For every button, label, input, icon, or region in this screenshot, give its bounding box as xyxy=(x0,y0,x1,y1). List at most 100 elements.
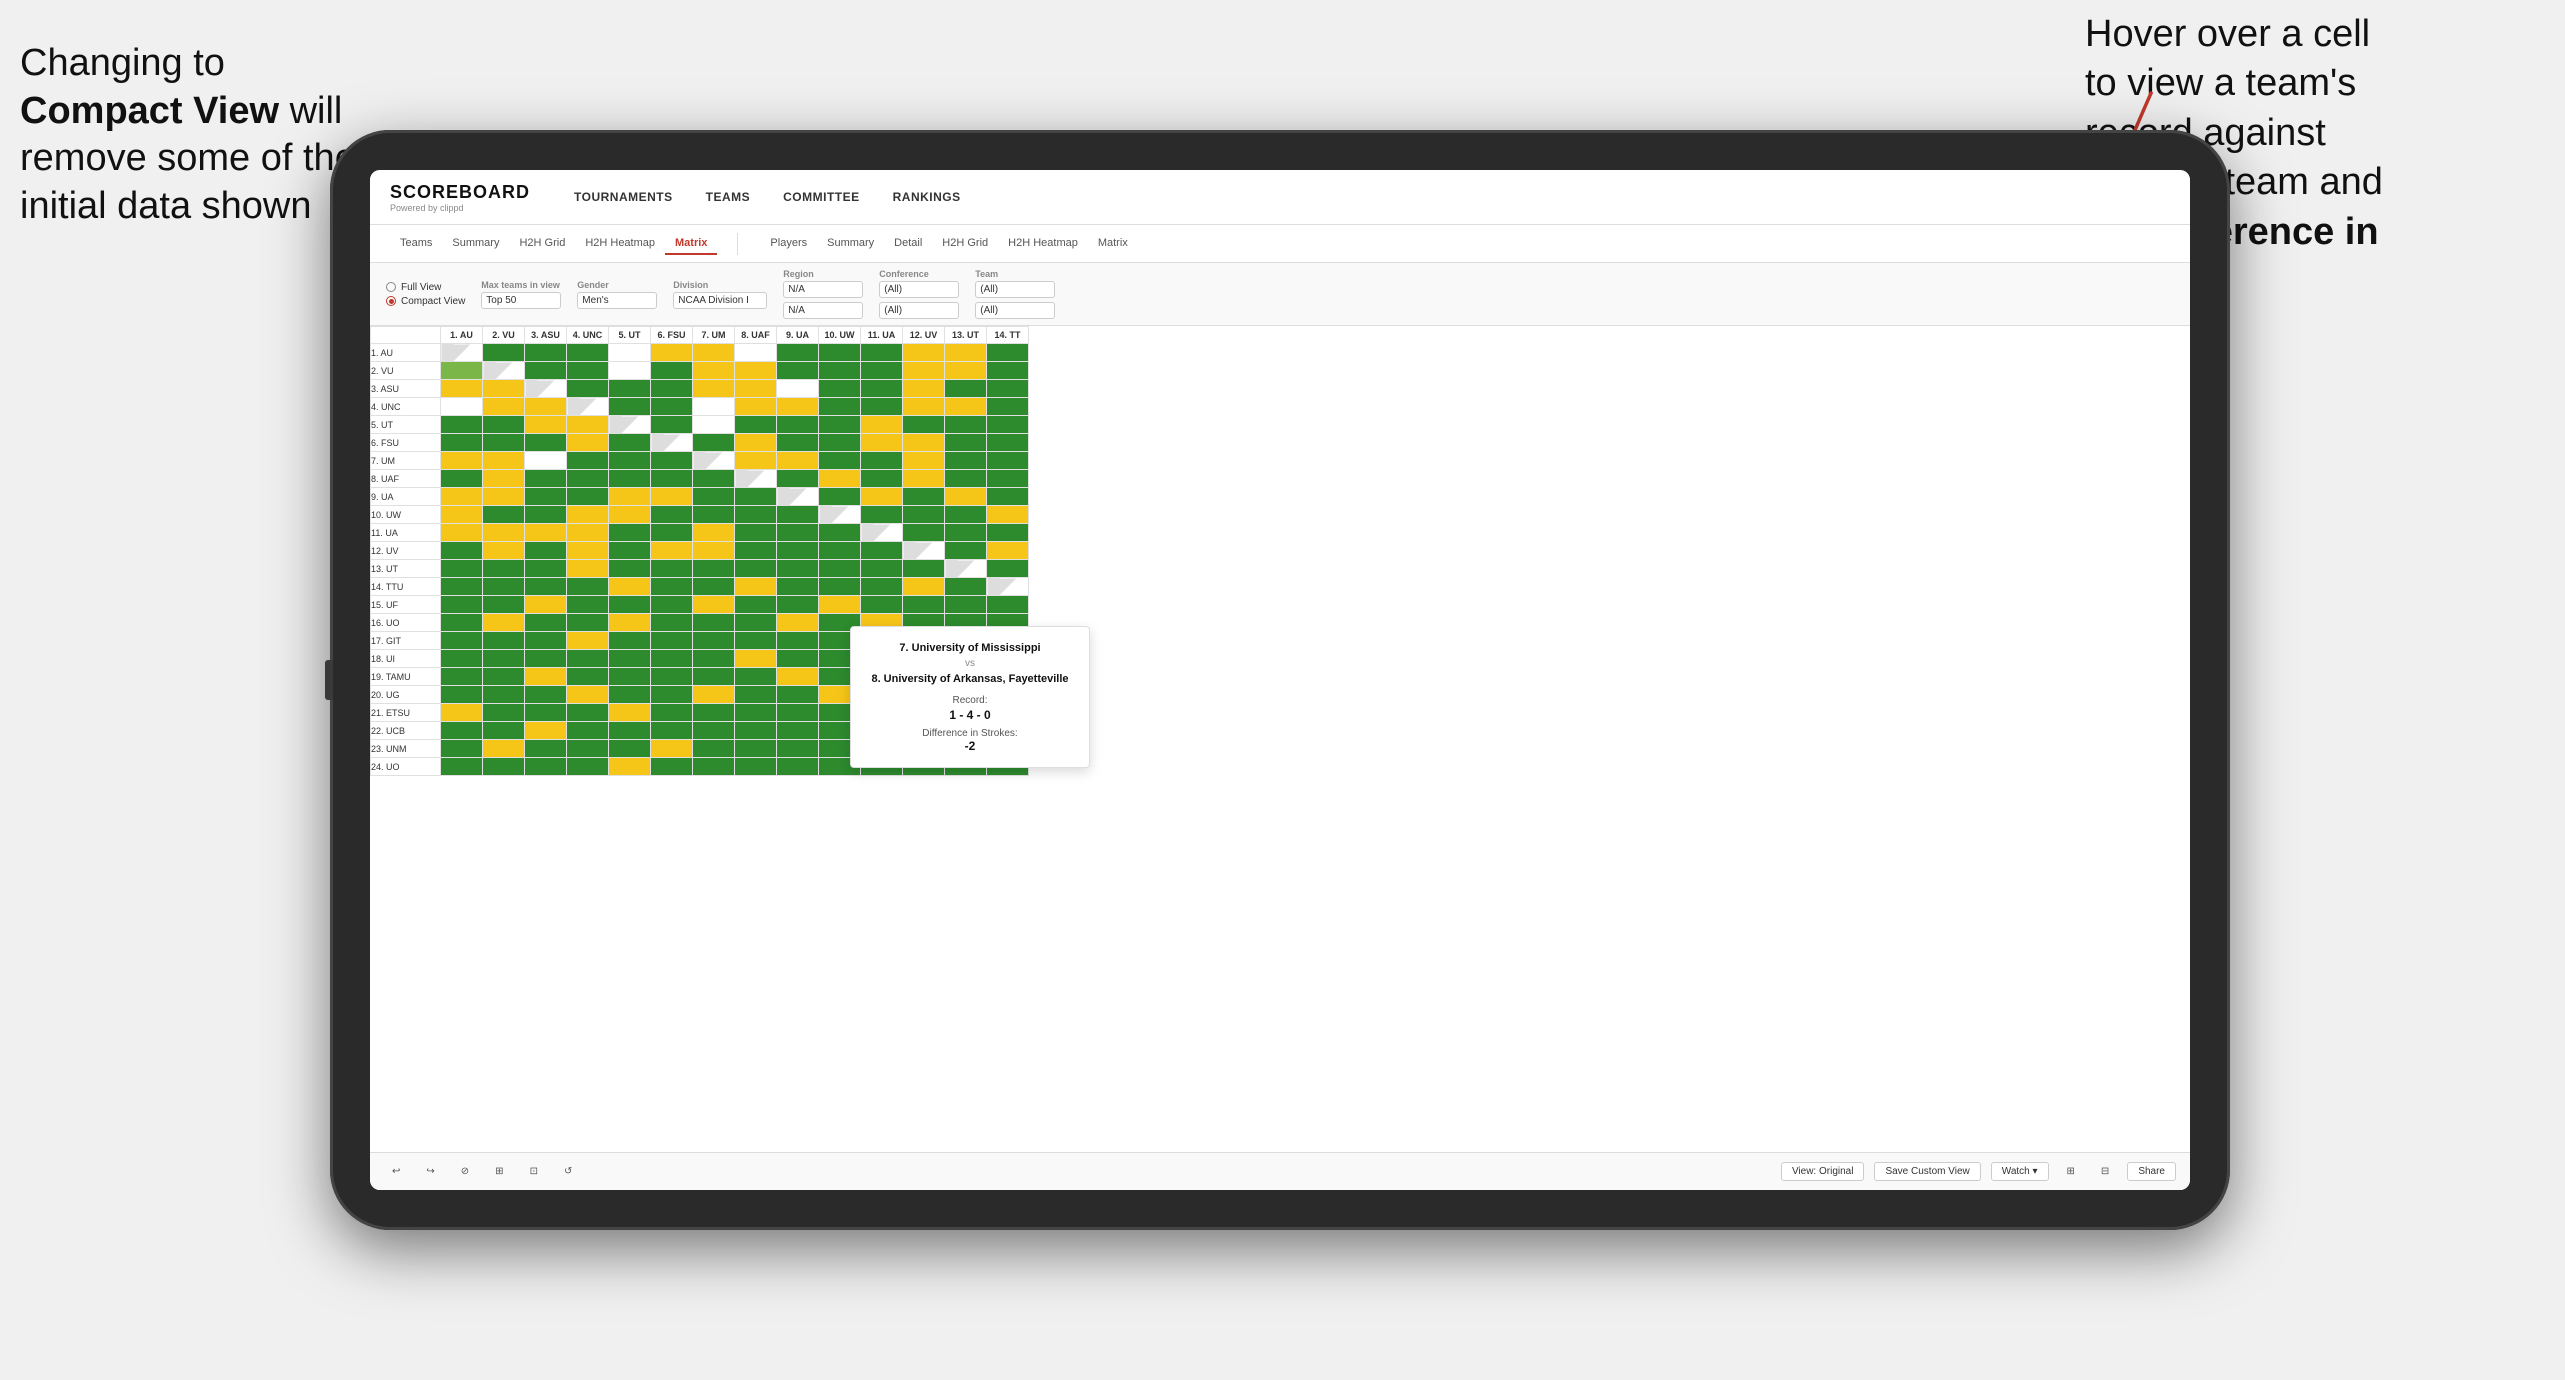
view-original-button[interactable]: View: Original xyxy=(1781,1162,1865,1181)
matrix-cell[interactable] xyxy=(987,488,1029,506)
matrix-cell[interactable] xyxy=(441,596,483,614)
matrix-cell[interactable] xyxy=(609,524,651,542)
matrix-cell[interactable] xyxy=(777,632,819,650)
matrix-cell[interactable] xyxy=(735,416,777,434)
matrix-cell[interactable] xyxy=(819,578,861,596)
matrix-cell[interactable] xyxy=(945,542,987,560)
matrix-cell[interactable] xyxy=(987,434,1029,452)
matrix-cell[interactable] xyxy=(693,578,735,596)
matrix-cell[interactable] xyxy=(903,578,945,596)
matrix-cell[interactable] xyxy=(945,434,987,452)
matrix-cell[interactable] xyxy=(441,686,483,704)
matrix-cell[interactable] xyxy=(609,578,651,596)
matrix-cell[interactable] xyxy=(483,722,525,740)
matrix-cell[interactable] xyxy=(735,344,777,362)
matrix-cell[interactable] xyxy=(735,686,777,704)
matrix-cell[interactable] xyxy=(525,344,567,362)
matrix-cell[interactable] xyxy=(567,398,609,416)
matrix-cell[interactable] xyxy=(777,704,819,722)
matrix-cell[interactable] xyxy=(693,668,735,686)
nav-tournaments[interactable]: TOURNAMENTS xyxy=(560,184,687,210)
matrix-cell[interactable] xyxy=(483,434,525,452)
matrix-cell[interactable] xyxy=(441,398,483,416)
matrix-cell[interactable] xyxy=(525,614,567,632)
matrix-cell[interactable] xyxy=(693,632,735,650)
matrix-cell[interactable] xyxy=(651,344,693,362)
matrix-cell[interactable] xyxy=(609,668,651,686)
matrix-cell[interactable] xyxy=(903,506,945,524)
matrix-cell[interactable] xyxy=(819,416,861,434)
matrix-cell[interactable] xyxy=(651,542,693,560)
matrix-cell[interactable] xyxy=(525,398,567,416)
matrix-cell[interactable] xyxy=(861,380,903,398)
undo-button[interactable]: ↩ xyxy=(384,1163,408,1180)
region-select2[interactable]: N/A xyxy=(783,302,863,319)
matrix-cell[interactable] xyxy=(483,542,525,560)
screen-button[interactable]: ⊞ xyxy=(2059,1163,2083,1180)
sub-tab-teams[interactable]: Teams xyxy=(390,233,442,255)
matrix-cell[interactable] xyxy=(567,506,609,524)
matrix-cell[interactable] xyxy=(483,488,525,506)
matrix-cell[interactable] xyxy=(609,704,651,722)
matrix-cell[interactable] xyxy=(651,452,693,470)
matrix-cell[interactable] xyxy=(693,650,735,668)
matrix-cell[interactable] xyxy=(861,434,903,452)
matrix-cell[interactable] xyxy=(987,596,1029,614)
matrix-cell[interactable] xyxy=(987,380,1029,398)
matrix-cell[interactable] xyxy=(525,416,567,434)
nav-committee[interactable]: COMMITTEE xyxy=(769,184,874,210)
matrix-cell[interactable] xyxy=(609,470,651,488)
matrix-cell[interactable] xyxy=(441,452,483,470)
matrix-cell[interactable] xyxy=(945,380,987,398)
matrix-cell[interactable] xyxy=(693,362,735,380)
matrix-cell[interactable] xyxy=(735,506,777,524)
compact-view-option[interactable]: Compact View xyxy=(386,296,465,307)
matrix-cell[interactable] xyxy=(903,488,945,506)
matrix-cell[interactable] xyxy=(693,614,735,632)
matrix-cell[interactable] xyxy=(651,380,693,398)
matrix-cell[interactable] xyxy=(945,524,987,542)
matrix-cell[interactable] xyxy=(777,434,819,452)
matrix-cell[interactable] xyxy=(483,632,525,650)
matrix-cell[interactable] xyxy=(903,416,945,434)
matrix-cell[interactable] xyxy=(525,704,567,722)
matrix-cell[interactable] xyxy=(441,416,483,434)
matrix-cell[interactable] xyxy=(609,542,651,560)
matrix-cell[interactable] xyxy=(945,578,987,596)
division-select[interactable]: NCAA Division I xyxy=(673,292,767,309)
matrix-cell[interactable] xyxy=(861,560,903,578)
matrix-cell[interactable] xyxy=(903,344,945,362)
matrix-cell[interactable] xyxy=(525,380,567,398)
matrix-cell[interactable] xyxy=(903,470,945,488)
matrix-cell[interactable] xyxy=(777,614,819,632)
matrix-cell[interactable] xyxy=(861,578,903,596)
max-teams-select[interactable]: Top 50 xyxy=(481,292,561,309)
matrix-cell[interactable] xyxy=(693,434,735,452)
matrix-cell[interactable] xyxy=(777,722,819,740)
matrix-cell[interactable] xyxy=(651,686,693,704)
matrix-cell[interactable] xyxy=(483,416,525,434)
matrix-cell[interactable] xyxy=(735,578,777,596)
matrix-cell[interactable] xyxy=(567,524,609,542)
matrix-cell[interactable] xyxy=(735,596,777,614)
matrix-cell[interactable] xyxy=(693,524,735,542)
matrix-cell[interactable] xyxy=(567,434,609,452)
matrix-cell[interactable] xyxy=(483,596,525,614)
matrix-cell[interactable] xyxy=(567,596,609,614)
matrix-cell[interactable] xyxy=(735,488,777,506)
matrix-cell[interactable] xyxy=(441,524,483,542)
matrix-cell[interactable] xyxy=(609,596,651,614)
matrix-cell[interactable] xyxy=(525,488,567,506)
matrix-cell[interactable] xyxy=(609,344,651,362)
matrix-cell[interactable] xyxy=(483,668,525,686)
matrix-cell[interactable] xyxy=(567,668,609,686)
matrix-cell[interactable] xyxy=(609,380,651,398)
matrix-cell[interactable] xyxy=(441,560,483,578)
matrix-cell[interactable] xyxy=(525,650,567,668)
matrix-cell[interactable] xyxy=(945,398,987,416)
matrix-cell[interactable] xyxy=(567,650,609,668)
redo-button[interactable]: ↪ xyxy=(418,1163,442,1180)
matrix-cell[interactable] xyxy=(651,416,693,434)
matrix-cell[interactable] xyxy=(483,614,525,632)
matrix-cell[interactable] xyxy=(567,758,609,776)
